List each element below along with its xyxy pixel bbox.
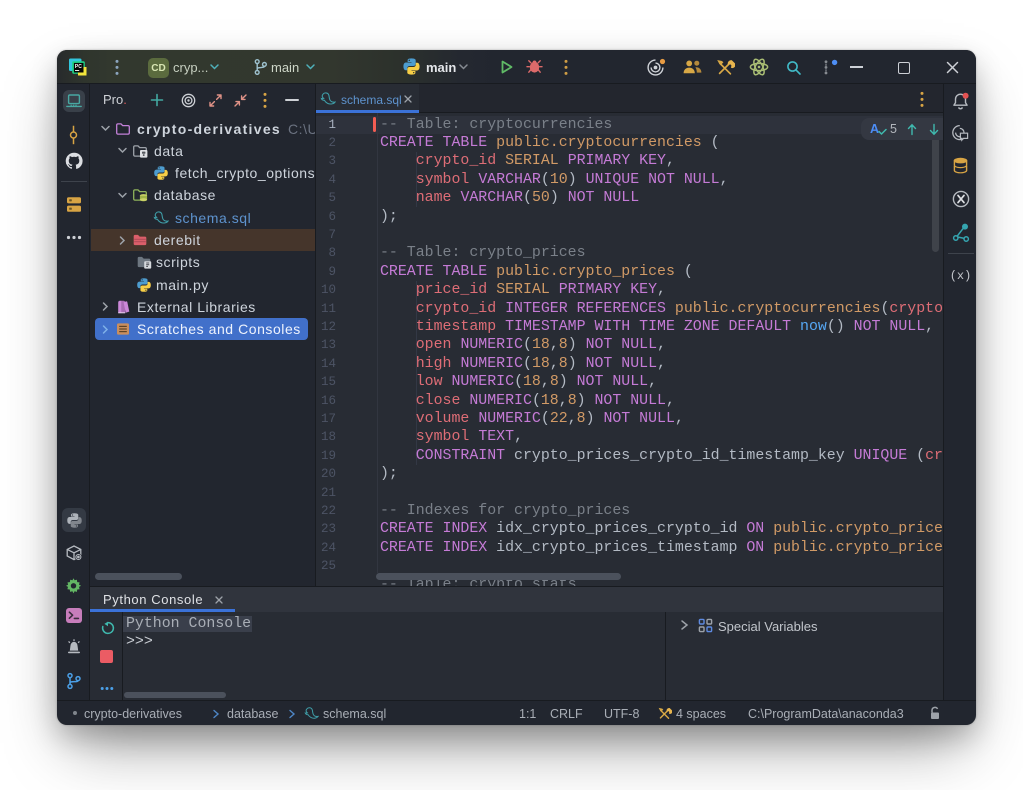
svg-text:PC: PC xyxy=(75,64,82,70)
